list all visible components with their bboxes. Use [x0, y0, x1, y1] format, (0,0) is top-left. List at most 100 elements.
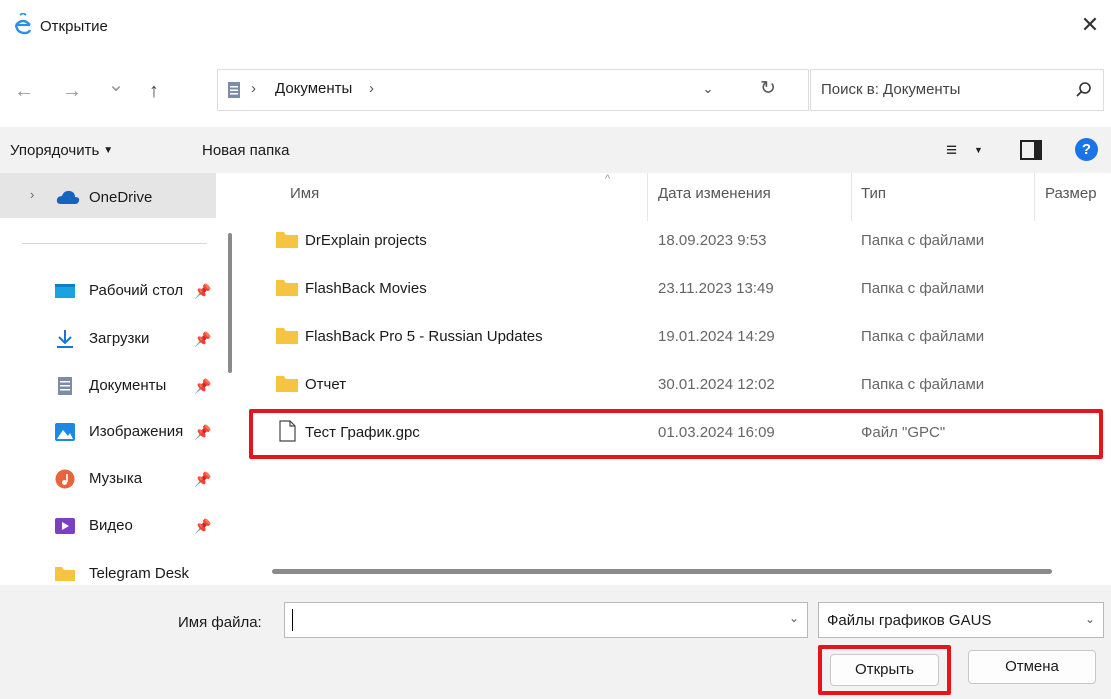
- sidebar-item-video[interactable]: Видео 📌: [0, 508, 216, 546]
- table-row[interactable]: Отчет 30.01.2024 12:02 Папка с файлами: [248, 363, 1111, 408]
- open-button[interactable]: Открыть: [830, 654, 939, 686]
- file-name: FlashBack Pro 5 - Russian Updates: [305, 328, 543, 345]
- folder-icon: [276, 328, 298, 344]
- view-caret-icon: ▼: [974, 145, 983, 155]
- music-icon: [55, 469, 75, 489]
- expand-chevron-icon[interactable]: ›: [30, 187, 34, 202]
- column-separator[interactable]: [851, 173, 852, 221]
- window-title: Открытие: [40, 18, 108, 35]
- filename-dropdown-icon[interactable]: ⌄: [789, 611, 799, 625]
- file-list: Имя ^ Дата изменения Тип Размер DrExplai…: [248, 173, 1111, 585]
- table-row[interactable]: FlashBack Movies 23.11.2023 13:49 Папка …: [248, 267, 1111, 312]
- organize-caret-icon: ▼: [103, 145, 114, 156]
- app-icon: [14, 13, 32, 35]
- forward-arrow-icon[interactable]: →: [58, 77, 86, 105]
- search-input[interactable]: Поиск в: Документы: [810, 69, 1104, 111]
- command-toolbar: Упорядочить ▼ Новая папка ≡ ▼ ?: [0, 127, 1111, 173]
- sidebar-item-label: Загрузки: [89, 330, 150, 347]
- file-type: Папка с файлами: [861, 232, 985, 249]
- pin-icon[interactable]: 📌: [194, 471, 211, 487]
- sidebar-item-pictures[interactable]: Изображения 📌: [0, 414, 216, 452]
- folder-icon: [276, 280, 298, 296]
- search-icon[interactable]: [1075, 80, 1093, 100]
- text-cursor: [292, 609, 293, 631]
- pin-icon[interactable]: 📌: [194, 331, 211, 347]
- table-row[interactable]: FlashBack Pro 5 - Russian Updates 19.01.…: [248, 315, 1111, 360]
- column-header-type[interactable]: Тип: [861, 185, 886, 202]
- address-dropdown-icon[interactable]: ⌄: [698, 78, 718, 100]
- sidebar-item-label: Изображения: [89, 423, 184, 440]
- back-arrow-icon[interactable]: ←: [10, 77, 38, 105]
- sidebar-item-label: OneDrive: [89, 189, 153, 206]
- highlight-frame: [249, 409, 1103, 459]
- close-icon[interactable]: ✕: [1077, 12, 1103, 38]
- sidebar-item-documents[interactable]: Документы 📌: [0, 368, 216, 406]
- sidebar-item-label: Рабочий стол: [89, 282, 184, 299]
- cloud-icon: [56, 190, 80, 204]
- sidebar-item-downloads[interactable]: Загрузки 📌: [0, 321, 216, 359]
- organize-label: Упорядочить: [10, 142, 100, 159]
- breadcrumb-documents[interactable]: Документы: [275, 80, 352, 97]
- navigation-bar: ← → ⌄ ↑ › Документы › ⌄ ↻ Поиск в: Докум…: [0, 60, 1111, 120]
- table-row[interactable]: DrExplain projects 18.09.2023 9:53 Папка…: [248, 219, 1111, 264]
- document-icon: [228, 82, 240, 98]
- column-header-name[interactable]: Имя: [290, 185, 319, 202]
- column-separator[interactable]: [647, 173, 648, 221]
- sidebar-item-desktop[interactable]: Рабочий стол 📌: [0, 273, 216, 311]
- preview-pane-icon[interactable]: [1020, 140, 1042, 160]
- file-name: DrExplain projects: [305, 232, 427, 249]
- column-header-date[interactable]: Дата изменения: [658, 185, 771, 202]
- file-type: Папка с файлами: [861, 328, 985, 345]
- horizontal-scrollbar[interactable]: [272, 569, 1052, 574]
- sidebar-item-music[interactable]: Музыка 📌: [0, 461, 216, 499]
- file-date: 18.09.2023 9:53: [658, 232, 767, 249]
- sidebar-item-label: Видео: [89, 517, 133, 534]
- address-bar[interactable]: › Документы › ⌄ ↻: [217, 69, 809, 111]
- organize-button[interactable]: Упорядочить ▼: [10, 142, 113, 159]
- dialog-footer: Имя файла: ⌄ Файлы графиков GAUS ⌄ Откры…: [0, 585, 1111, 699]
- pin-icon[interactable]: 📌: [194, 518, 211, 534]
- sidebar-divider: [22, 243, 207, 244]
- pin-icon[interactable]: 📌: [194, 378, 211, 394]
- search-placeholder: Поиск в: Документы: [821, 81, 961, 98]
- pin-icon[interactable]: 📌: [194, 424, 211, 440]
- file-type-value: Файлы графиков GAUS: [827, 612, 992, 629]
- file-type: Папка с файлами: [861, 280, 985, 297]
- downloads-icon: [57, 330, 73, 348]
- documents-icon: [58, 377, 72, 395]
- help-icon[interactable]: ?: [1075, 138, 1098, 161]
- cancel-button[interactable]: Отмена: [968, 650, 1096, 684]
- file-name: FlashBack Movies: [305, 280, 427, 297]
- folder-icon: [276, 232, 298, 248]
- open-button-highlight: Открыть: [818, 645, 951, 695]
- recent-locations-icon[interactable]: ⌄: [102, 71, 130, 99]
- file-type: Папка с файлами: [861, 376, 985, 393]
- desktop-icon: [55, 284, 75, 298]
- sidebar-item-label: Telegram Desktop: [89, 565, 189, 582]
- video-icon: [55, 518, 75, 534]
- folder-icon: [276, 376, 298, 392]
- sidebar-item-label: Музыка: [89, 470, 143, 487]
- file-name: Отчет: [305, 376, 347, 393]
- up-arrow-icon[interactable]: ↑: [140, 77, 168, 105]
- pin-icon[interactable]: 📌: [194, 283, 211, 299]
- folder-icon: [55, 567, 75, 581]
- file-date: 23.11.2023 13:49: [658, 280, 774, 297]
- refresh-icon[interactable]: ↻: [756, 77, 780, 101]
- view-options-button[interactable]: ≡ ▼: [946, 138, 986, 162]
- file-type-dropdown-icon[interactable]: ⌄: [1085, 612, 1095, 626]
- new-folder-button[interactable]: Новая папка: [202, 142, 289, 159]
- sidebar-item-telegram[interactable]: Telegram Desktop: [0, 556, 216, 585]
- filename-input[interactable]: ⌄: [284, 602, 808, 638]
- column-header-size[interactable]: Размер: [1045, 185, 1097, 202]
- filename-label: Имя файла:: [178, 614, 262, 631]
- list-view-icon: ≡: [946, 140, 958, 161]
- breadcrumb-separator: ›: [251, 80, 256, 97]
- column-separator[interactable]: [1034, 173, 1035, 221]
- file-type-select[interactable]: Файлы графиков GAUS ⌄: [818, 602, 1104, 638]
- sidebar-item-onedrive[interactable]: › OneDrive: [0, 173, 216, 218]
- sidebar-item-label: Документы: [89, 377, 167, 394]
- sidebar-scrollbar[interactable]: [228, 233, 232, 373]
- breadcrumb-chevron[interactable]: ›: [369, 80, 374, 97]
- navigation-pane: › OneDrive Рабочий стол 📌 Загрузки 📌 Док…: [0, 173, 240, 585]
